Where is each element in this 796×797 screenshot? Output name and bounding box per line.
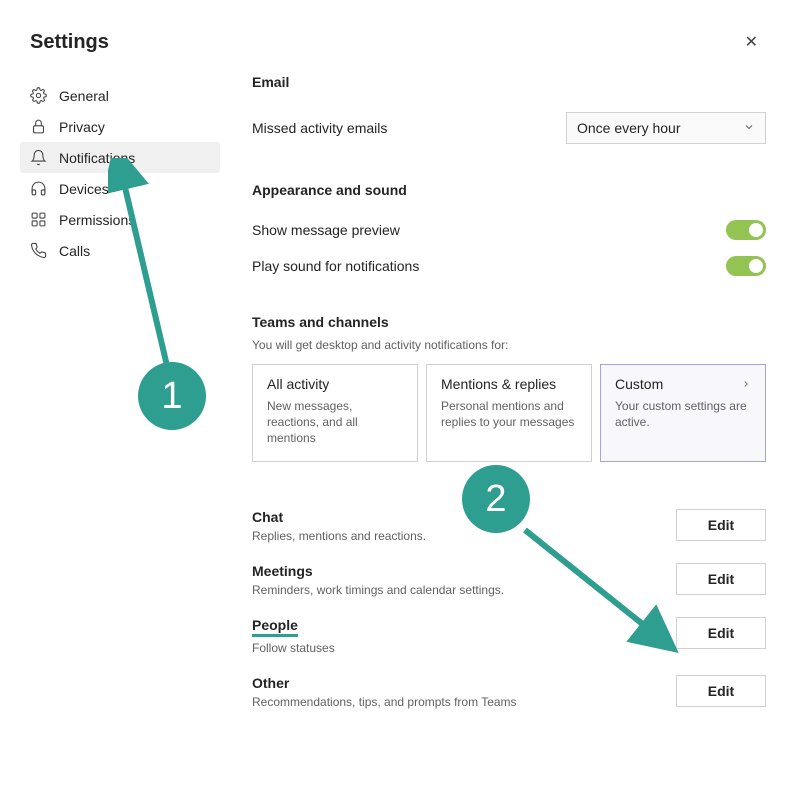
annotation-badge-2: 2 xyxy=(462,465,530,533)
card-desc: Personal mentions and replies to your me… xyxy=(441,398,577,430)
sidebar-item-label: Privacy xyxy=(59,119,105,135)
category-people: People Follow statuses Edit xyxy=(252,600,766,658)
section-title-email: Email xyxy=(252,74,766,90)
card-desc: New messages, reactions, and all mention… xyxy=(267,398,403,447)
card-custom[interactable]: Custom Your custom settings are active. xyxy=(600,364,766,462)
category-title: People xyxy=(252,617,298,637)
page-title: Settings xyxy=(30,31,109,54)
close-button[interactable]: ✕ xyxy=(737,28,766,56)
preview-label: Show message preview xyxy=(252,222,400,238)
category-title: Chat xyxy=(252,509,426,525)
sidebar-item-permissions[interactable]: Permissions xyxy=(20,204,220,235)
category-title: Meetings xyxy=(252,563,504,579)
edit-other-button[interactable]: Edit xyxy=(676,675,766,707)
headphones-icon xyxy=(30,180,47,197)
card-all-activity[interactable]: All activity New messages, reactions, an… xyxy=(252,364,418,462)
section-email: Email Missed activity emails Once every … xyxy=(252,74,766,152)
close-icon: ✕ xyxy=(745,34,758,51)
gear-icon xyxy=(30,87,47,104)
sidebar-item-general[interactable]: General xyxy=(20,80,220,111)
sidebar-item-label: Calls xyxy=(59,243,90,259)
lock-icon xyxy=(30,118,47,135)
preview-toggle[interactable] xyxy=(726,220,766,240)
bell-icon xyxy=(30,149,47,166)
card-title: Custom xyxy=(615,376,663,392)
category-meetings: Meetings Reminders, work timings and cal… xyxy=(252,546,766,600)
sidebar-item-devices[interactable]: Devices xyxy=(20,173,220,204)
apps-icon xyxy=(30,211,47,228)
edit-people-button[interactable]: Edit xyxy=(676,617,766,649)
select-value: Once every hour xyxy=(577,120,681,136)
category-title: Other xyxy=(252,675,517,691)
missed-emails-select[interactable]: Once every hour xyxy=(566,112,766,144)
sidebar-item-label: Notifications xyxy=(59,150,135,166)
sound-label: Play sound for notifications xyxy=(252,258,419,274)
content: Email Missed activity emails Once every … xyxy=(220,66,766,712)
missed-emails-label: Missed activity emails xyxy=(252,120,387,136)
card-desc: Your custom settings are active. xyxy=(615,398,751,430)
chevron-down-icon xyxy=(743,120,755,136)
category-desc: Reminders, work timings and calendar set… xyxy=(252,583,504,597)
category-desc: Replies, mentions and reactions. xyxy=(252,529,426,543)
edit-meetings-button[interactable]: Edit xyxy=(676,563,766,595)
teams-subtext: You will get desktop and activity notifi… xyxy=(252,338,766,352)
chevron-right-icon xyxy=(741,376,751,392)
sidebar-item-privacy[interactable]: Privacy xyxy=(20,111,220,142)
category-other: Other Recommendations, tips, and prompts… xyxy=(252,658,766,712)
sound-toggle[interactable] xyxy=(726,256,766,276)
sidebar-item-label: Permissions xyxy=(59,212,135,228)
annotation-badge-1: 1 xyxy=(138,362,206,430)
card-title: All activity xyxy=(267,376,329,392)
sidebar-item-label: General xyxy=(59,88,109,104)
edit-chat-button[interactable]: Edit xyxy=(676,509,766,541)
card-mentions-replies[interactable]: Mentions & replies Personal mentions and… xyxy=(426,364,592,462)
card-title: Mentions & replies xyxy=(441,376,556,392)
sidebar-item-calls[interactable]: Calls xyxy=(20,235,220,266)
sidebar-item-notifications[interactable]: Notifications xyxy=(20,142,220,173)
section-title-teams: Teams and channels xyxy=(252,314,766,330)
section-appearance: Appearance and sound Show message previe… xyxy=(252,182,766,284)
category-desc: Recommendations, tips, and prompts from … xyxy=(252,695,517,709)
section-title-appearance: Appearance and sound xyxy=(252,182,766,198)
section-teams: Teams and channels You will get desktop … xyxy=(252,314,766,462)
sidebar-item-label: Devices xyxy=(59,181,109,197)
category-desc: Follow statuses xyxy=(252,641,335,655)
phone-icon xyxy=(30,242,47,259)
